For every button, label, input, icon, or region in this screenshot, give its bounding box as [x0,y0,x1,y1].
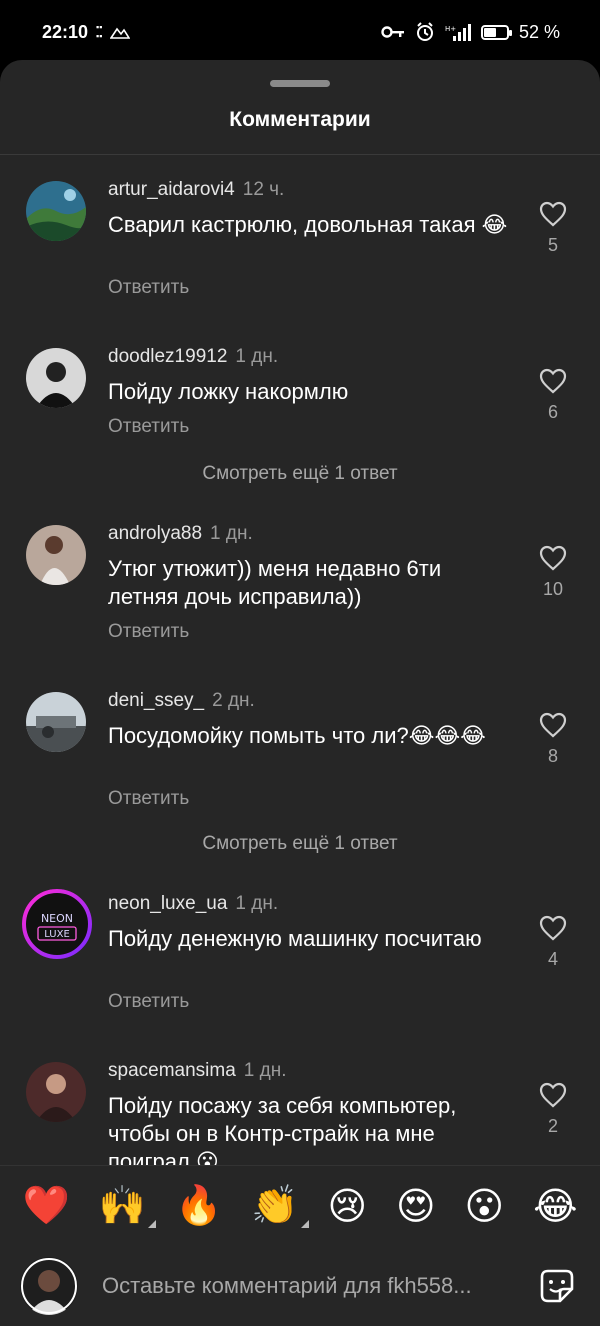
heart-icon [539,915,567,941]
comment-header: doodlez19912 1 дн. [108,346,278,368]
emoji-heart-eyes[interactable]: 😍 [396,1184,436,1228]
avatar[interactable] [26,181,86,241]
avatar-logo-text: LUXE [44,929,70,940]
avatar[interactable] [26,525,86,585]
sheet-title: Комментарии [229,108,371,131]
timestamp: 12 ч. [242,179,285,200]
mountain-notification-icon [110,27,131,39]
timestamp: 2 дн. [212,690,255,711]
view-more-replies[interactable]: Смотреть ещё 1 ответ [0,833,600,855]
heart-icon [539,1082,567,1108]
battery-fill [483,27,497,37]
emoji-raised-hands[interactable]: 🙌 [98,1183,157,1228]
view-more-replies[interactable]: Смотреть ещё 1 ответ [0,463,600,485]
svg-text:H+: H+ [445,25,456,33]
like-count: 4 [547,949,558,969]
emoji-glyph: 👏 [251,1183,299,1227]
like-button[interactable]: 2 [528,1082,578,1137]
reply-button[interactable]: Ответить [108,277,189,299]
reply-button[interactable]: Ответить [108,621,189,643]
like-count: 8 [547,746,558,766]
like-count: 10 [542,579,564,599]
emoji-clapping[interactable]: 👏 [251,1183,309,1228]
like-button[interactable]: 10 [528,545,578,600]
emoji-heart[interactable]: ❤️ [22,1183,69,1228]
app-notification-icon: ▪▪ ▪▪ [96,22,103,41]
timestamp: 1 дн. [210,523,253,544]
battery-icon [480,24,512,40]
comment-text: Пойду ложку накормлю [108,379,349,404]
heart-icon [539,201,567,227]
username[interactable]: doodlez19912 [108,346,227,367]
drag-handle[interactable] [270,80,330,87]
signal-icon: H+ [445,24,471,41]
comment-input[interactable]: Оставьте комментарий для fkh558... [102,1273,514,1299]
status-right: H+ 52 % [381,22,560,43]
avatar[interactable] [26,348,86,408]
alarm-icon [416,22,433,41]
comment-header: artur_aidarovi4 12 ч. [108,179,284,201]
like-count: 5 [547,235,558,255]
emoji-surprised[interactable]: 😮 [465,1184,505,1228]
avatar[interactable]: NEON LUXE [20,887,94,961]
comment-text: Пойду посажу за себя компьютер, чтобы он… [108,1093,457,1165]
timestamp: 1 дн. [235,346,279,367]
like-button[interactable]: 4 [528,915,578,970]
comment-text: Пойду денежную машинку посчитаю [108,926,482,951]
battery-percent: 52 % [518,21,560,42]
like-button[interactable]: 5 [528,201,578,256]
comment-input-bar: Оставьте комментарий для fkh558... [0,1245,600,1326]
status-left: 22:10 ▪▪ ▪▪ [42,21,131,43]
comments-sheet: Комментарии artur_aidarovi4 12 ч. Сварил … [0,60,600,1326]
reply-button[interactable]: Ответить [108,788,189,810]
timestamp: 1 дн. [235,893,279,914]
timestamp: 1 дн. [243,1060,287,1081]
emoji-glyph: 🙌 [98,1183,147,1227]
heart-icon [539,712,567,738]
avatar-logo-text: NEON [41,912,73,925]
heart-icon [539,545,567,571]
username[interactable]: androlya88 [108,523,202,544]
username[interactable]: artur_aidarovi4 [108,179,235,200]
clock: 22:10 [42,21,89,42]
emoji-fire[interactable]: 🔥 [175,1183,222,1228]
comment-header: neon_luxe_ua 1 дн. [108,893,278,915]
comment-header: spacemansima 1 дн. [108,1060,287,1082]
key-icon [381,26,404,38]
like-count: 2 [547,1116,558,1136]
avatar[interactable] [26,692,86,752]
like-button[interactable]: 8 [528,712,578,767]
comment-text: Посудомойку помыть что ли?😂😂😂 [108,723,486,748]
comment-header: deni_ssey_ 2 дн. [108,690,255,712]
emoji-crying[interactable]: 😢 [327,1184,367,1228]
skin-tone-corner-icon [300,1220,309,1228]
comment-text: Сварил кастрюлю, довольная такая 😂 [108,212,508,237]
status-bar: 22:10 ▪▪ ▪▪ H+ 52 % [0,0,600,64]
comment-header: androlya88 1 дн. [108,523,253,545]
user-avatar [20,1256,78,1315]
comment-list[interactable]: artur_aidarovi4 12 ч. Сварил кастрюлю, до… [0,155,600,1165]
heart-icon [539,368,567,394]
sticker-icon[interactable] [538,1267,576,1305]
username[interactable]: deni_ssey_ [108,690,204,711]
reply-button[interactable]: Ответить [108,991,189,1013]
skin-tone-corner-icon [148,1220,157,1228]
like-count: 6 [547,402,558,422]
reply-button[interactable]: Ответить [108,416,189,438]
comment-text: Утюг утюжит)) меня недавно 6ти летняя до… [108,556,442,609]
emoji-laughing[interactable]: 😂 [533,1184,577,1228]
username[interactable]: neon_luxe_ua [108,893,227,914]
like-button[interactable]: 6 [528,368,578,423]
emoji-bar: ❤️ 🙌 🔥 👏 😢 😍 😮 😂 [0,1165,600,1245]
username[interactable]: spacemansima [108,1060,236,1081]
avatar[interactable] [26,1062,86,1122]
